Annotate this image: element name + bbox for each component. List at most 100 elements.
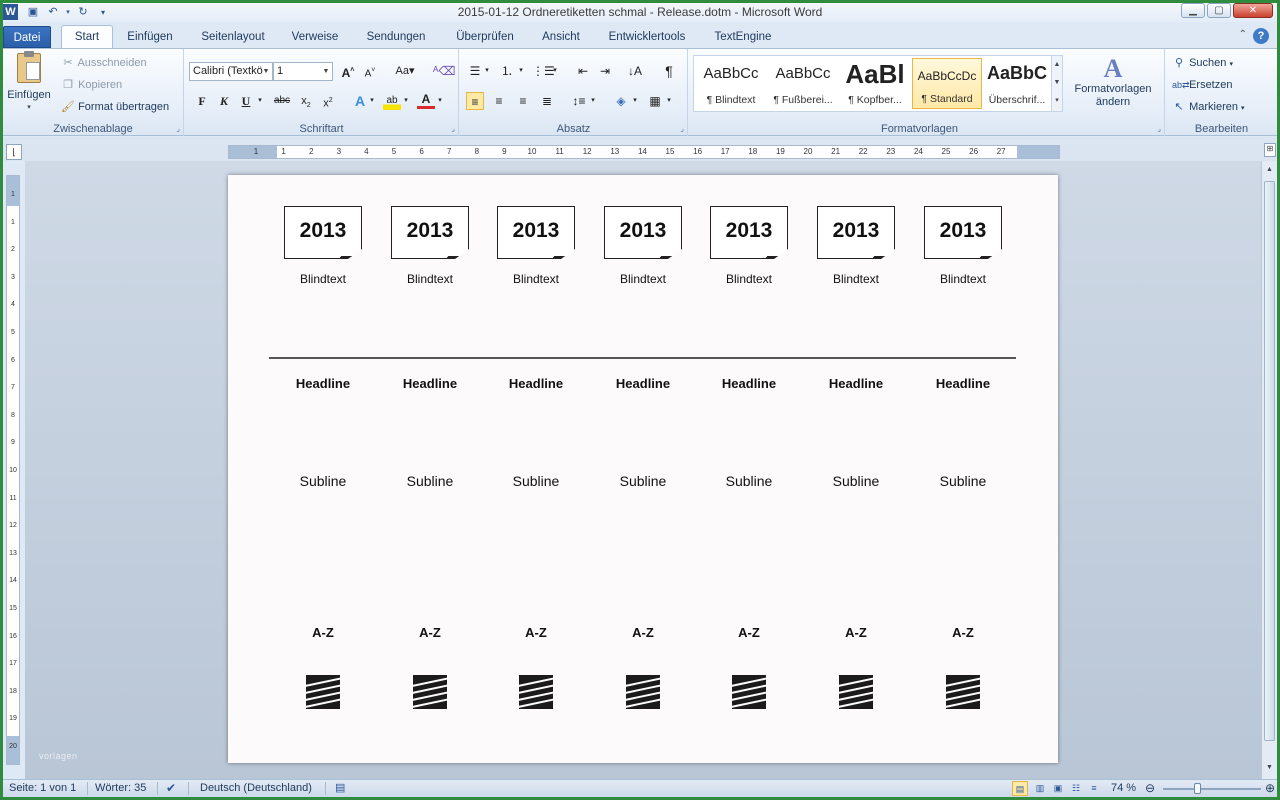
help-icon[interactable]: ? <box>1253 28 1269 44</box>
horizontal-ruler[interactable]: 1 1 2 3 4 5 6 7 8 9 10 11 12 13 14 15 16 17 18 19 20 21 22 23 24… <box>228 145 1060 159</box>
shrink-font-icon[interactable]: A˅ <box>361 62 379 80</box>
headline-text[interactable]: Headline <box>268 376 378 391</box>
tab-start[interactable]: Start <box>61 25 113 48</box>
multilevel-list-icon[interactable]: ⋮☰ <box>532 62 555 80</box>
style-ueberschrift[interactable]: AaBbC Überschrif... <box>984 58 1050 109</box>
az-index-text[interactable]: A-Z <box>496 625 576 640</box>
zoom-in-icon[interactable]: ⊕ <box>1265 780 1275 797</box>
sort-icon[interactable]: ↓A <box>626 62 644 80</box>
paste-button[interactable]: Einfügen ▾ <box>7 51 51 115</box>
maximize-icon[interactable]: ▢ <box>1207 3 1231 18</box>
proofing-icon[interactable]: ✔ <box>166 780 176 797</box>
align-right-icon[interactable]: ≡ <box>514 92 532 110</box>
gallery-up-icon[interactable]: ▲ <box>1052 56 1062 74</box>
font-size-combo[interactable]: 1 ▼ <box>273 62 333 81</box>
paragraph-launcher-icon[interactable]: ⌟ <box>680 124 684 133</box>
minimize-icon[interactable]: ▁ <box>1181 3 1205 18</box>
line-spacing-icon[interactable]: ↕≡ <box>570 92 588 110</box>
outline-icon[interactable]: ☷ <box>1068 781 1084 796</box>
font-name-combo[interactable]: Calibri (Textkö ▼ <box>189 62 273 81</box>
italic-icon[interactable]: K <box>215 92 233 110</box>
scroll-up-icon[interactable]: ▲ <box>1264 163 1275 177</box>
copy-button[interactable]: ❐ Kopieren <box>61 77 122 93</box>
zoom-slider[interactable] <box>1163 788 1261 790</box>
year-label-box[interactable]: 2013 <box>284 206 365 259</box>
document-area[interactable]: 2013 Blindtext Headline Subline A-Z 2013 Blind… <box>25 161 1261 779</box>
font-color-dropdown-icon[interactable]: ▾ <box>435 92 445 110</box>
subline-text[interactable]: Subline <box>481 473 591 489</box>
styles-launcher-icon[interactable]: ⌟ <box>1157 124 1161 133</box>
vertical-scrollbar[interactable]: ▲ ▼ <box>1261 161 1277 779</box>
text-effects-dropdown-icon[interactable]: ▾ <box>367 92 377 110</box>
borders-icon[interactable]: ▦ <box>646 92 664 110</box>
tab-sendungen[interactable]: Sendungen <box>359 28 433 48</box>
align-left-icon[interactable]: ≡ <box>466 92 484 110</box>
style-fussbereich[interactable]: AaBbCc ¶ Fußberei... <box>768 58 838 109</box>
highlight-icon[interactable]: ab <box>383 92 401 110</box>
font-color-icon[interactable]: A <box>417 92 435 109</box>
replace-button[interactable]: ab⇄ Ersetzen <box>1172 77 1232 93</box>
print-layout-icon[interactable]: ▤ <box>1012 781 1028 796</box>
headline-text[interactable]: Headline <box>694 376 804 391</box>
az-index-text[interactable]: A-Z <box>390 625 470 640</box>
year-label-box[interactable]: 2013 <box>391 206 472 259</box>
az-index-text[interactable]: A-Z <box>923 625 1003 640</box>
macro-record-icon[interactable]: ▤ <box>335 780 345 797</box>
style-blindtext[interactable]: AaBbCc ¶ Blindtext <box>696 58 766 109</box>
subline-text[interactable]: Subline <box>375 473 485 489</box>
year-label-box[interactable]: 2013 <box>924 206 1005 259</box>
clipboard-launcher-icon[interactable]: ⌟ <box>176 124 180 133</box>
blindtext-label[interactable]: Blindtext <box>913 272 1013 286</box>
headline-text[interactable]: Headline <box>908 376 1018 391</box>
find-button[interactable]: ⚲ Suchen ▾ <box>1172 55 1233 73</box>
vertical-ruler[interactable]: 1 1 2 3 4 5 6 7 8 9 10 11 12 13 14 15 16 17 18 19 20 <box>6 175 20 765</box>
clear-formatting-icon[interactable]: ᴬ⌫ <box>433 62 455 80</box>
headline-text[interactable]: Headline <box>588 376 698 391</box>
tab-seitenlayout[interactable]: Seitenlayout <box>193 28 273 48</box>
numbering-icon[interactable]: ⒈ <box>498 62 516 80</box>
tab-ueberpruefen[interactable]: Überprüfen <box>447 28 523 48</box>
cut-button[interactable]: ✂ Ausschneiden <box>61 55 146 71</box>
draft-icon[interactable]: ≡ <box>1086 781 1102 796</box>
tab-entwicklertools[interactable]: Entwicklertools <box>601 28 693 48</box>
gallery-more-icon[interactable]: ▾ <box>1052 92 1062 110</box>
headline-text[interactable]: Headline <box>375 376 485 391</box>
subscript-icon[interactable]: x2 <box>297 92 315 110</box>
subline-text[interactable]: Subline <box>268 473 378 489</box>
style-standard[interactable]: AaBbCcDc ¶ Standard <box>912 58 982 109</box>
year-label-box[interactable]: 2013 <box>604 206 685 259</box>
gallery-scroll[interactable]: ▲ ▼ ▾ <box>1051 56 1062 111</box>
increase-indent-icon[interactable]: ⇥ <box>596 62 614 80</box>
pilcrow-icon[interactable]: ¶ <box>660 62 678 80</box>
blindtext-label[interactable]: Blindtext <box>486 272 586 286</box>
minimize-ribbon-icon[interactable]: ⌃ <box>1239 29 1247 40</box>
style-kopfbereich[interactable]: AaBl ¶ Kopfber... <box>840 58 910 109</box>
az-index-text[interactable]: A-Z <box>283 625 363 640</box>
tab-datei[interactable]: Datei <box>3 26 51 48</box>
subline-text[interactable]: Subline <box>588 473 698 489</box>
document-page[interactable]: 2013 Blindtext Headline Subline A-Z 2013 Blind… <box>228 175 1058 763</box>
align-center-icon[interactable]: ≡ <box>490 92 508 110</box>
zoom-level[interactable]: 74 % <box>1111 780 1136 797</box>
blindtext-label[interactable]: Blindtext <box>273 272 373 286</box>
page-count[interactable]: Seite: 1 von 1 <box>9 780 76 797</box>
word-count[interactable]: Wörter: 35 <box>95 780 146 797</box>
blindtext-label[interactable]: Blindtext <box>806 272 906 286</box>
gallery-down-icon[interactable]: ▼ <box>1052 74 1062 92</box>
subline-text[interactable]: Subline <box>801 473 911 489</box>
tab-einfuegen[interactable]: Einfügen <box>120 28 180 48</box>
subline-text[interactable]: Subline <box>908 473 1018 489</box>
format-painter-button[interactable]: 🖌 Format übertragen <box>61 99 169 115</box>
underline-dropdown-icon[interactable]: ▾ <box>255 92 265 110</box>
az-index-text[interactable]: A-Z <box>603 625 683 640</box>
change-styles-button[interactable]: A Formatvorlagen ändern <box>1069 55 1157 115</box>
superscript-icon[interactable]: x2 <box>319 92 337 110</box>
close-icon[interactable]: ✕ <box>1233 3 1273 18</box>
font-size-dropdown-icon[interactable]: ▼ <box>321 63 331 80</box>
view-ruler-icon[interactable]: ⊞ <box>1264 143 1276 157</box>
strikethrough-icon[interactable]: abc <box>271 92 293 110</box>
year-label-box[interactable]: 2013 <box>817 206 898 259</box>
az-index-text[interactable]: A-Z <box>709 625 789 640</box>
font-name-dropdown-icon[interactable]: ▼ <box>261 63 271 80</box>
tab-selector-icon[interactable]: ⌊ <box>6 144 22 160</box>
